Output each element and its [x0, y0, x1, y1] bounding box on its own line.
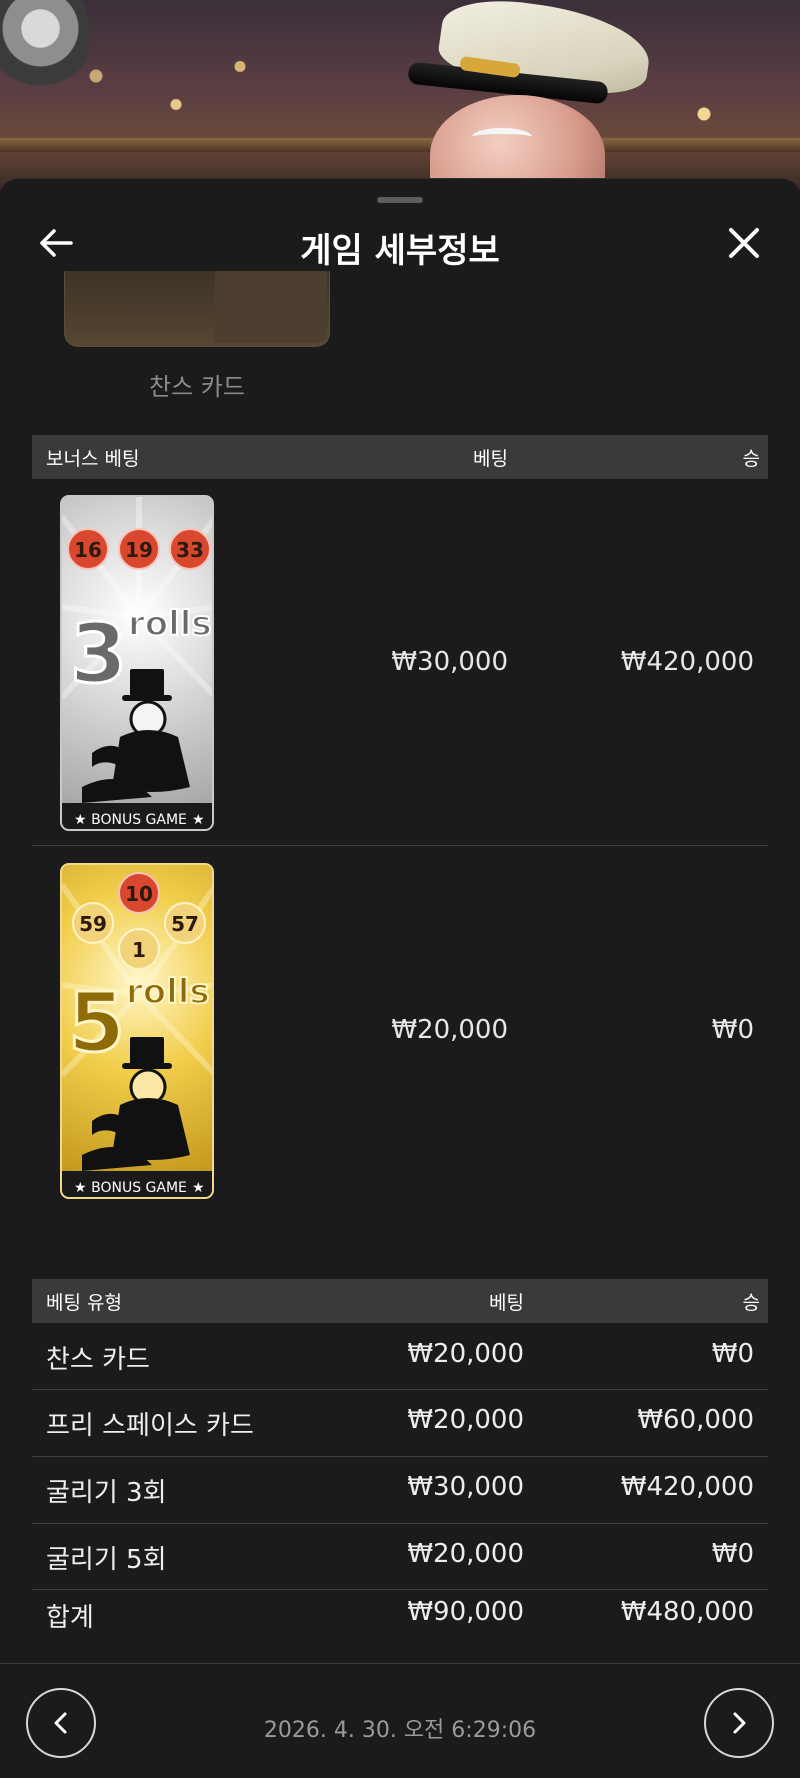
bet-type: 찬스 카드 — [46, 1345, 150, 1375]
bonus-win-amount: ₩420,000 — [620, 647, 754, 677]
col-win: 승 — [742, 1291, 760, 1314]
col-bet: 베팅 — [473, 447, 508, 470]
bet-type: 굴리기 3회 — [46, 1478, 167, 1508]
total-row: 합계 ₩90,000 ₩480,000 — [32, 1581, 768, 1647]
drag-handle[interactable] — [377, 197, 423, 203]
win-amount: ₩0 — [711, 1339, 754, 1369]
bet-amount: ₩20,000 — [407, 1539, 524, 1569]
svg-text:★: ★ — [74, 1180, 87, 1196]
row-divider — [32, 845, 768, 846]
col-bet-type: 베팅 유형 — [46, 1291, 122, 1314]
bonus-bet-amount: ₩20,000 — [391, 1015, 508, 1045]
bonus-row: 10 59 57 1 5 rolls BONUS GAME ★ ★ ₩20,00… — [32, 847, 768, 1213]
chance-card-image — [64, 271, 330, 347]
svg-text:★: ★ — [192, 1180, 205, 1196]
bonus-game-label: BONUS GAME — [91, 1180, 187, 1196]
ball-number: 10 — [125, 882, 153, 906]
bonus-game-label: BONUS GAME — [91, 812, 187, 828]
game-details-sheet: 게임 세부정보 찬스 카드 보너스 베팅 베팅 승 16 19 33 3 rol… — [0, 178, 800, 1778]
ball-number: 59 — [79, 912, 107, 936]
total-win-amount: ₩480,000 — [620, 1597, 754, 1627]
bonus-win-amount: ₩0 — [711, 1015, 754, 1045]
win-amount: ₩0 — [711, 1539, 754, 1569]
bet-type-table-header: 베팅 유형 베팅 승 — [32, 1279, 768, 1323]
rolls-word: rolls — [126, 972, 210, 1012]
table-row: 프리 스페이스 카드 ₩20,000 ₩60,000 — [32, 1389, 768, 1455]
host-eyebrow-graphic — [472, 128, 532, 146]
ball-number: 16 — [74, 538, 102, 562]
bet-amount: ₩20,000 — [407, 1339, 524, 1369]
lamp-graphic — [0, 0, 90, 100]
table-row: 굴리기 5회 ₩20,000 ₩0 — [32, 1523, 768, 1589]
col-win: 승 — [742, 447, 760, 470]
bet-type: 굴리기 5회 — [46, 1545, 167, 1575]
bonus-bet-amount: ₩30,000 — [391, 647, 508, 677]
rolls-word: rolls — [128, 604, 212, 644]
sheet-header: 게임 세부정보 — [0, 215, 800, 271]
svg-text:★: ★ — [74, 812, 87, 828]
chevron-right-icon — [733, 1712, 746, 1734]
table-row: 굴리기 3회 ₩30,000 ₩420,000 — [32, 1456, 768, 1522]
bonus-tile-5-rolls: 10 59 57 1 5 rolls BONUS GAME ★ ★ — [60, 863, 214, 1199]
chance-card-label: 찬스 카드 — [149, 373, 245, 401]
total-label: 합계 — [46, 1603, 94, 1633]
round-navigation: 2026. 4. 30. 오전 6:29:06 — [0, 1663, 800, 1778]
ball-number: 33 — [176, 538, 204, 562]
ball-number: 1 — [132, 938, 146, 962]
rolls-count: 5 — [68, 976, 125, 1071]
bet-amount: ₩30,000 — [407, 1472, 524, 1502]
next-round-button[interactable] — [704, 1688, 774, 1758]
col-bonus-bet: 보너스 베팅 — [46, 447, 140, 470]
svg-text:★: ★ — [192, 812, 205, 828]
bonus-tile-3-rolls: 16 19 33 3 rolls BONUS GAME ★ ★ — [60, 495, 214, 831]
rolls-count: 3 — [70, 607, 127, 702]
ball-number: 57 — [171, 912, 199, 936]
col-bet: 베팅 — [489, 1291, 524, 1314]
game-scene-background — [0, 0, 800, 190]
bonus-row: 16 19 33 3 rolls BONUS GAME ★ ★ ₩30,000 … — [32, 479, 768, 845]
table-row: 찬스 카드 ₩20,000 ₩0 — [32, 1323, 768, 1389]
total-bet-amount: ₩90,000 — [407, 1597, 524, 1627]
details-scroll-area[interactable]: 찬스 카드 보너스 베팅 베팅 승 16 19 33 3 rolls BONUS… — [0, 271, 800, 1651]
railing-graphic — [0, 138, 800, 152]
round-timestamp: 2026. 4. 30. 오전 6:29:06 — [263, 1718, 537, 1743]
ball-number: 19 — [125, 538, 153, 562]
close-button[interactable] — [716, 215, 772, 271]
bet-type: 프리 스페이스 카드 — [46, 1411, 254, 1441]
page-title: 게임 세부정보 — [300, 231, 500, 271]
bonus-table-header: 보너스 베팅 베팅 승 — [32, 435, 768, 479]
bet-amount: ₩20,000 — [407, 1405, 524, 1435]
win-amount: ₩60,000 — [637, 1405, 754, 1435]
win-amount: ₩420,000 — [620, 1472, 754, 1502]
close-icon — [729, 228, 759, 258]
